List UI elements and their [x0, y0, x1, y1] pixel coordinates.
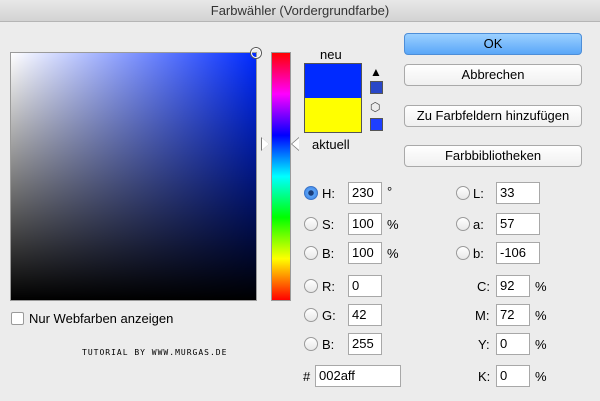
green-label: G:: [322, 308, 336, 323]
cancel-button[interactable]: Abbrechen: [404, 64, 582, 86]
websafe-swatch[interactable]: [370, 118, 383, 131]
web-colors-label[interactable]: Nur Webfarben anzeigen: [29, 311, 173, 326]
hex-input[interactable]: 002aff: [315, 365, 401, 387]
radio-lightness[interactable]: [456, 186, 470, 200]
radio-b-channel[interactable]: [456, 246, 470, 260]
web-colors-checkbox[interactable]: [11, 312, 24, 325]
hue-label: H:: [322, 186, 335, 201]
saturation-input[interactable]: 100: [348, 213, 382, 235]
cyan-label: C:: [477, 279, 490, 294]
radio-hue[interactable]: [304, 186, 318, 200]
magenta-label: M:: [475, 308, 490, 323]
a-channel-label: a:: [473, 217, 484, 232]
black-unit: %: [535, 369, 547, 384]
new-color-swatch: [304, 63, 362, 98]
cyan-unit: %: [535, 279, 547, 294]
radio-green[interactable]: [304, 308, 318, 322]
brightness-label: B:: [322, 246, 335, 261]
lightness-input[interactable]: 33: [496, 182, 540, 204]
lightness-label: L:: [473, 186, 484, 201]
radio-blue[interactable]: [304, 337, 318, 351]
saturation-unit: %: [387, 217, 399, 232]
gamut-warning-swatch[interactable]: [370, 81, 383, 94]
yellow-input[interactable]: 0: [496, 333, 530, 355]
hue-slider-handle-left-fill[interactable]: [262, 138, 269, 150]
radio-saturation[interactable]: [304, 217, 318, 231]
hue-input[interactable]: 230: [348, 182, 382, 204]
radio-brightness[interactable]: [304, 246, 318, 260]
yellow-unit: %: [535, 337, 547, 352]
hue-slider[interactable]: [271, 52, 291, 301]
warning-triangle-icon[interactable]: ▲: [370, 66, 382, 78]
radio-a-channel[interactable]: [456, 217, 470, 231]
ok-button[interactable]: OK: [404, 33, 582, 55]
hue-slider-handle-right-fill[interactable]: [292, 138, 299, 150]
saturation-label: S:: [322, 217, 335, 232]
color-field-marker[interactable]: [251, 48, 261, 58]
b-channel-label: b:: [473, 246, 484, 261]
cyan-input[interactable]: 92: [496, 275, 530, 297]
current-color-swatch[interactable]: [304, 98, 362, 133]
green-input[interactable]: 42: [348, 304, 382, 326]
brightness-input[interactable]: 100: [348, 242, 382, 264]
brightness-unit: %: [387, 246, 399, 261]
b-channel-input[interactable]: -106: [496, 242, 540, 264]
watermark-text: TUTORIAL BY WWW.MURGAS.DE: [82, 348, 228, 357]
red-label: R:: [322, 279, 335, 294]
black-label: K:: [478, 369, 491, 384]
blue-label: B:: [322, 337, 335, 352]
black-input[interactable]: 0: [496, 365, 530, 387]
blue-input[interactable]: 255: [348, 333, 382, 355]
window-titlebar: Farbwähler (Vordergrundfarbe): [0, 0, 600, 22]
current-color-label: aktuell: [312, 137, 350, 152]
color-field[interactable]: [10, 48, 261, 301]
radio-red[interactable]: [304, 279, 318, 293]
color-libraries-button[interactable]: Farbbibliotheken: [404, 145, 582, 167]
yellow-label: Y:: [478, 337, 490, 352]
new-color-label: neu: [320, 47, 342, 62]
magenta-unit: %: [535, 308, 547, 323]
hue-unit: °: [387, 184, 393, 199]
red-input[interactable]: 0: [348, 275, 382, 297]
magenta-input[interactable]: 72: [496, 304, 530, 326]
add-to-swatches-button[interactable]: Zu Farbfeldern hinzufügen: [404, 105, 582, 127]
cube-icon[interactable]: ⬡: [370, 101, 380, 113]
a-channel-input[interactable]: 57: [496, 213, 540, 235]
hex-label: #: [303, 369, 311, 384]
